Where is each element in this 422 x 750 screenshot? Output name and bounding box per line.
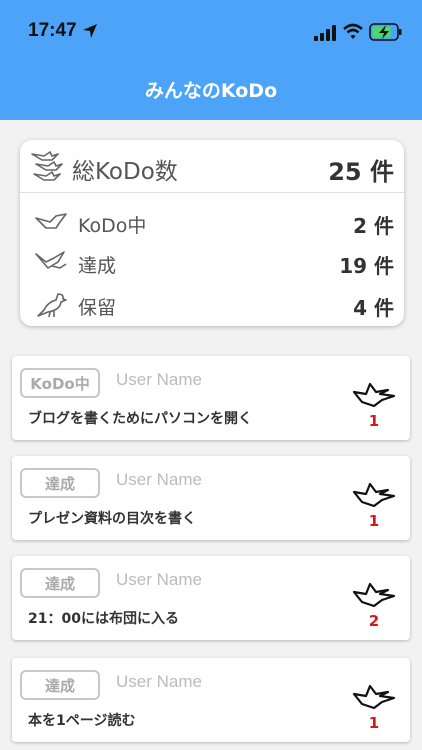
soaring-birds-icon: [35, 251, 67, 269]
summary-row-value: 19 件: [339, 254, 394, 278]
summary-row-label: KoDo中: [78, 215, 147, 237]
bird-cheer-icon[interactable]: [352, 682, 396, 716]
kodo-title: ブログを書くためにパソコンを開く: [28, 411, 252, 427]
perched-bird-icon: [37, 293, 67, 318]
status-time: 17:47: [28, 20, 77, 41]
bird-cheer-icon[interactable]: [352, 580, 396, 614]
status-badge: KoDo中: [20, 368, 100, 398]
kodo-card[interactable]: 達成 User Name 本を1ページ読む 1: [12, 658, 410, 742]
status-badge: 達成: [20, 670, 100, 700]
summary-total-value: 25 件: [328, 158, 394, 186]
summary-row-value: 2 件: [353, 214, 394, 238]
cheer-count: 1: [368, 714, 380, 732]
kodo-card[interactable]: 達成 User Name 21：00には布団に入る 2: [12, 556, 410, 640]
summary-panel: 総KoDo数 25 件 KoDo中 2 件 達成 19 件 保留 4 件: [20, 140, 404, 326]
summary-row-value: 4 件: [353, 296, 394, 320]
status-badge: 達成: [20, 468, 100, 498]
cheer-count: 1: [368, 412, 380, 430]
summary-row-hold: 保留 4 件: [20, 286, 404, 324]
kodo-card[interactable]: 達成 User Name プレゼン資料の目次を書く 1: [12, 456, 410, 540]
summary-row-active: KoDo中 2 件: [20, 204, 404, 242]
kodo-title: プレゼン資料の目次を書く: [28, 511, 196, 527]
location-arrow-icon: [83, 24, 97, 38]
page-title: みんなのKoDo: [144, 80, 278, 102]
bird-cheer-icon[interactable]: [352, 380, 396, 414]
kodo-title: 21：00には布団に入る: [28, 611, 179, 627]
summary-row-label: 保留: [78, 297, 117, 319]
summary-row-done: 達成 19 件: [20, 244, 404, 282]
wifi-icon: [343, 23, 363, 39]
summary-row-label: 達成: [78, 255, 117, 277]
flying-bird-icon: [35, 213, 67, 229]
battery-charging-icon: [369, 23, 402, 41]
user-name: User Name: [116, 672, 202, 691]
kodo-title: 本を1ページ読む: [28, 713, 136, 729]
bird-cheer-icon[interactable]: [352, 480, 396, 514]
cheer-count: 2: [368, 612, 380, 630]
status-badge: 達成: [20, 568, 100, 598]
user-name: User Name: [116, 470, 202, 489]
app-header: 17:47 みんなのKoDo: [0, 0, 422, 120]
summary-total-label: 総KoDo数: [72, 159, 178, 185]
cellular-signal-icon: [314, 25, 336, 41]
flock-of-birds-icon: [31, 151, 63, 181]
user-name: User Name: [116, 570, 202, 589]
kodo-card[interactable]: KoDo中 User Name ブログを書くためにパソコンを開く 1: [12, 356, 410, 440]
cheer-count: 1: [368, 512, 380, 530]
summary-total-row: 総KoDo数 25 件: [20, 140, 404, 193]
user-name: User Name: [116, 370, 202, 389]
